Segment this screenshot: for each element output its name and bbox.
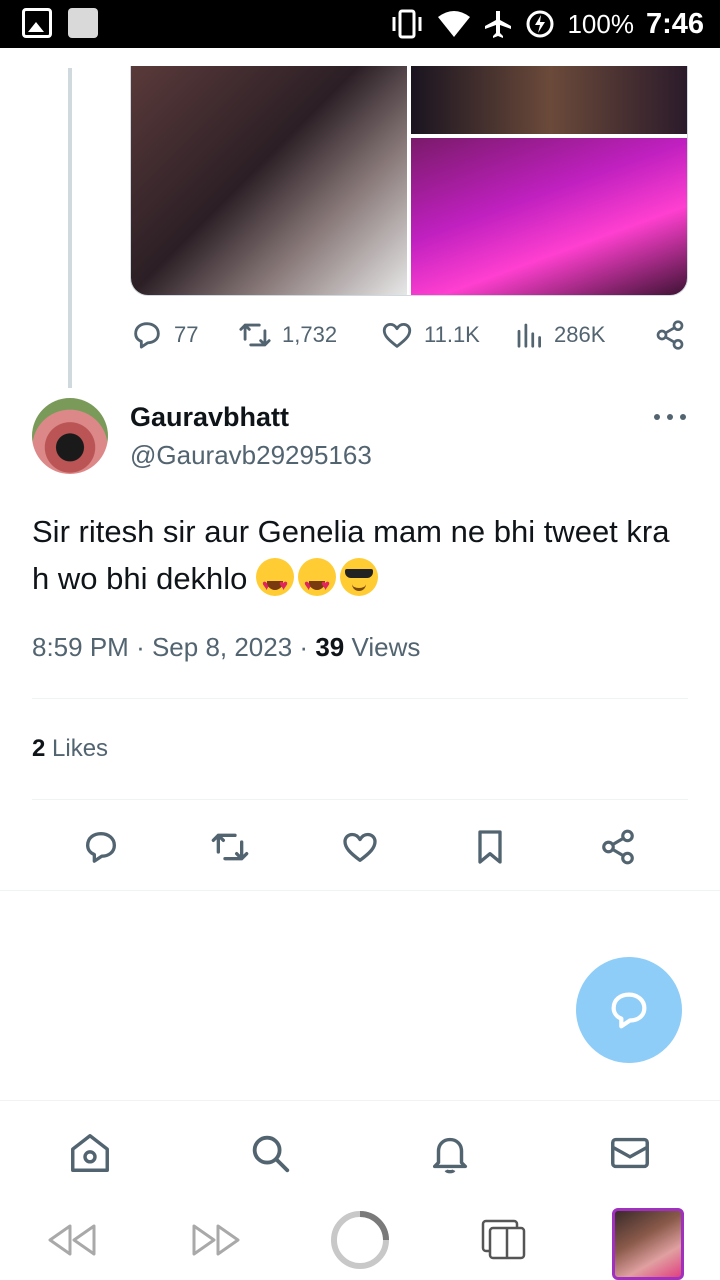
mail-icon <box>611 1137 649 1169</box>
retweet-button[interactable] <box>206 823 254 871</box>
likes-number: 2 <box>32 735 46 762</box>
views-label[interactable]: Views <box>351 632 420 662</box>
rewind-icon <box>48 1224 96 1256</box>
heart-icon <box>382 322 412 348</box>
reply-count: 77 <box>174 322 199 347</box>
nav-messages[interactable] <box>606 1129 654 1177</box>
fast-forward-icon <box>192 1224 240 1256</box>
sunglasses-emoji-icon <box>340 558 379 596</box>
bottom-navigation <box>0 1100 720 1200</box>
more-options-icon[interactable] <box>654 405 686 429</box>
share-icon <box>602 829 634 865</box>
nav-home[interactable] <box>66 1129 114 1177</box>
tweet-meta: 8:59 PM · Sep 8, 2023 · 39 Views <box>32 632 421 662</box>
analytics-icon <box>517 323 541 348</box>
avatar[interactable] <box>32 398 108 474</box>
share-button[interactable] <box>654 318 686 352</box>
tweet-actions <box>0 823 720 871</box>
like-count: 11.1K <box>424 322 480 347</box>
author-name[interactable]: Gauravbhatt <box>130 402 289 433</box>
share-icon <box>656 320 684 350</box>
thread-line <box>68 68 72 388</box>
media-photo-2[interactable] <box>411 66 687 134</box>
vibrate-icon <box>392 9 422 39</box>
reply-button[interactable]: 77 <box>130 318 198 352</box>
heart-icon <box>343 832 377 862</box>
share-button[interactable] <box>594 823 642 871</box>
views-number: 39 <box>315 632 345 662</box>
likes-label: Likes <box>52 735 109 762</box>
media-photo-3[interactable] <box>411 138 687 295</box>
airplane-icon <box>485 11 512 38</box>
bookmark-button[interactable] <box>466 823 514 871</box>
tweet-date: Sep 8, 2023 <box>151 632 293 662</box>
retweet-count: 1,732 <box>282 322 338 347</box>
tweet-time: 8:59 PM <box>32 632 129 662</box>
heart-eyes-emoji-icon <box>298 558 337 609</box>
square-notification-icon <box>68 8 98 38</box>
author-handle[interactable]: @Gauravb29295163 <box>130 440 372 471</box>
likes-summary[interactable]: 2 Likes <box>32 735 108 763</box>
views-count: 286K <box>554 322 606 347</box>
fast-forward-button[interactable] <box>188 1208 244 1272</box>
like-button[interactable] <box>336 823 384 871</box>
bell-icon <box>432 1137 468 1174</box>
profile-photo <box>612 1208 684 1280</box>
rewind-button[interactable] <box>44 1208 100 1272</box>
reply-icon <box>86 832 117 863</box>
nav-notifications[interactable] <box>426 1129 474 1177</box>
heart-eyes-emoji-icon <box>256 558 295 609</box>
home-icon <box>71 1134 109 1172</box>
reply-button[interactable] <box>77 823 125 871</box>
compose-reply-button[interactable] <box>576 957 682 1063</box>
tabs-button[interactable] <box>478 1208 530 1272</box>
like-button[interactable]: 11.1K <box>380 318 480 352</box>
tabs-icon <box>481 1219 526 1260</box>
battery-percent: 100% <box>567 8 634 39</box>
image-icon <box>22 8 52 38</box>
status-bar: 100% 7:46 <box>0 0 720 48</box>
retweet-icon <box>239 323 271 347</box>
loading-spinner-icon <box>331 1211 389 1269</box>
loading-button[interactable] <box>328 1208 392 1272</box>
search-icon <box>252 1135 290 1173</box>
divider <box>32 698 688 699</box>
profile-thumbnail[interactable] <box>612 1208 684 1280</box>
retweet-icon <box>211 833 249 861</box>
tweet-text: Sir ritesh sir aur Genelia mam ne bhi tw… <box>32 508 672 609</box>
wifi-icon <box>438 11 471 37</box>
retweet-button[interactable]: 1,732 <box>238 318 337 352</box>
clock: 7:46 <box>645 7 704 40</box>
parent-tweet-actions: 77 1,732 11.1K 286K <box>130 318 690 358</box>
reply-bubble-icon <box>611 992 647 1029</box>
views-button[interactable]: 286K <box>514 318 605 352</box>
tweet-media-grid[interactable] <box>130 66 688 296</box>
media-photo-1[interactable] <box>131 66 407 295</box>
bookmark-icon <box>478 830 502 864</box>
divider <box>0 890 720 891</box>
divider <box>32 799 688 800</box>
nav-search[interactable] <box>246 1129 294 1177</box>
reply-icon <box>134 322 160 349</box>
browser-toolbar <box>0 1200 720 1280</box>
battery-saver-icon <box>526 10 554 38</box>
